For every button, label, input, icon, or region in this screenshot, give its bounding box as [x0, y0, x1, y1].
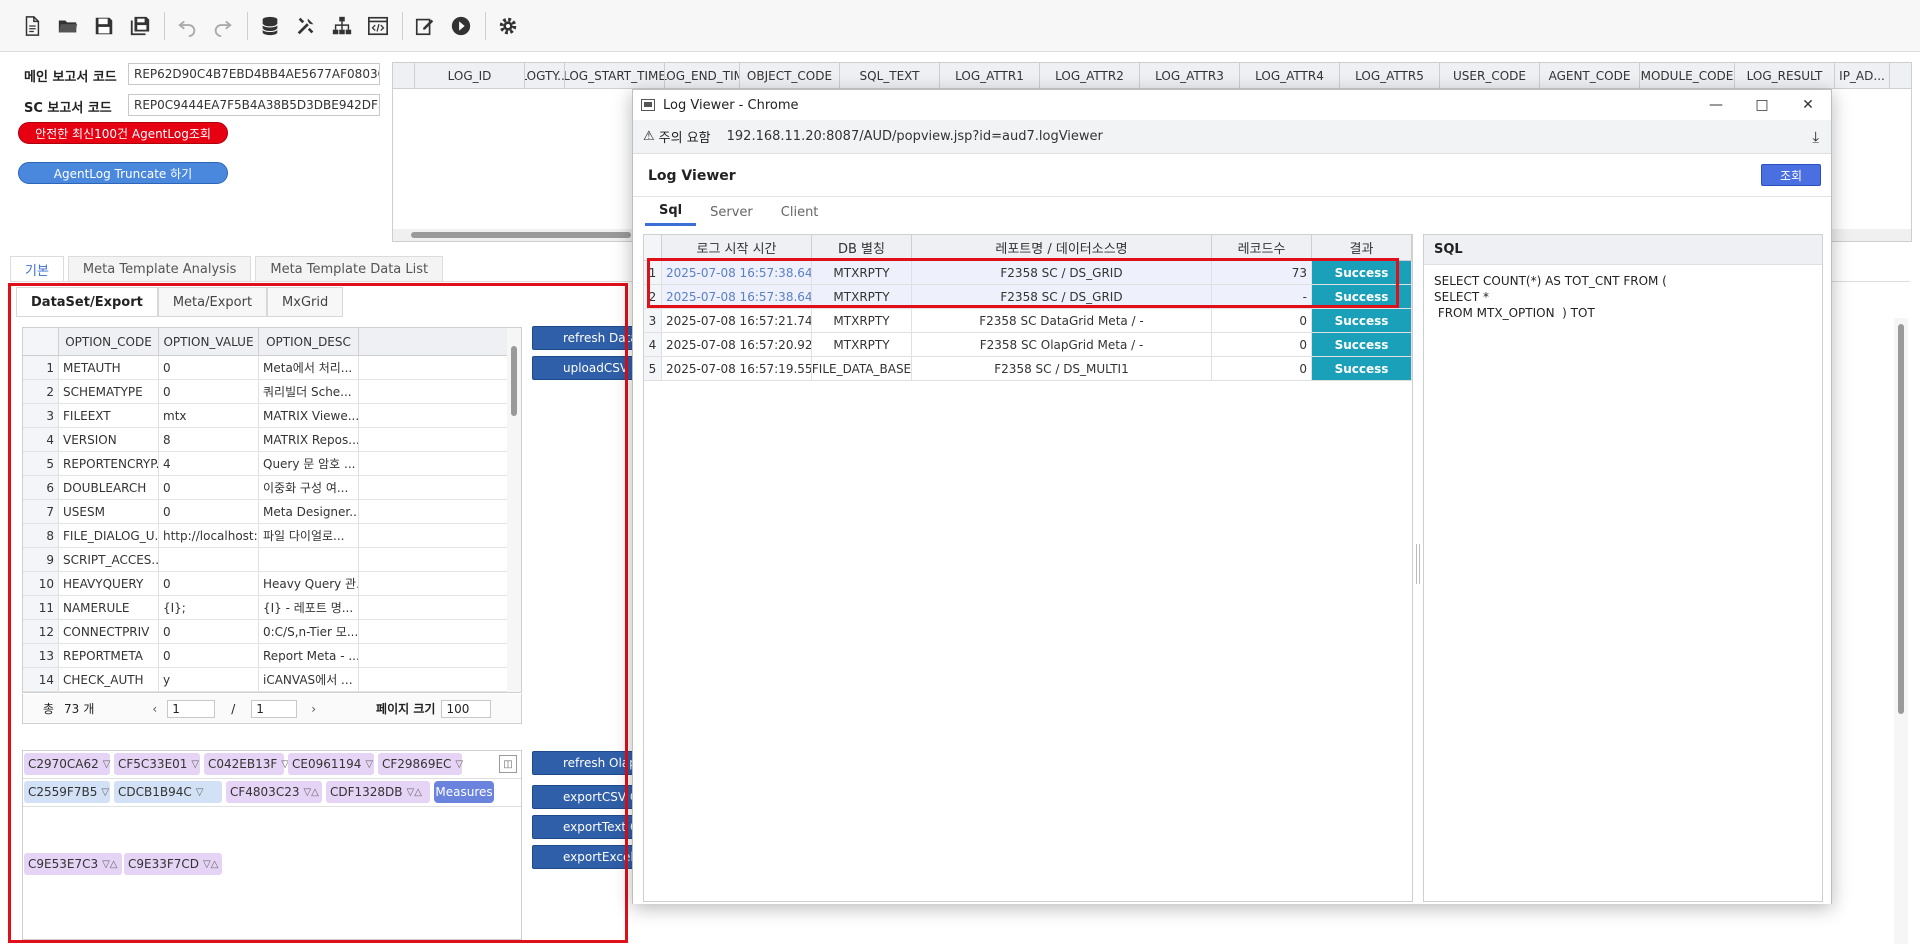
- db-alias-cell[interactable]: MTXRPTY: [812, 309, 912, 332]
- col-record-count[interactable]: 레코드수: [1212, 235, 1312, 260]
- open-folder-icon[interactable]: [54, 12, 82, 40]
- log-col-log-end-tim[interactable]: LOG_END_TIM: [665, 63, 740, 88]
- report-name-cell[interactable]: F2358 SC / DS_MULTI1: [912, 357, 1212, 380]
- tools-icon[interactable]: [292, 12, 320, 40]
- safe-log-query-button[interactable]: 안전한 최신100건 AgentLog조회: [18, 122, 228, 144]
- log-viewer-grid: 로그 시작 시간 DB 별칭 레포트명 / 데이터소스명 레코드수 결과 1 20…: [643, 234, 1413, 902]
- search-button[interactable]: 조회: [1761, 164, 1821, 186]
- main-toolbar: [0, 0, 1920, 52]
- undo-icon[interactable]: [173, 12, 201, 40]
- log-viewer-title: Log Viewer: [648, 168, 736, 184]
- table-row[interactable]: 4 2025-07-08 16:57:20.925 MTXRPTY F2358 SC …: [644, 333, 1412, 357]
- log-col-module-code[interactable]: MODULE_CODE: [1640, 63, 1735, 88]
- log-viewer-body: Log Viewer 조회 Sql Server Client 로그 시작 시간 D…: [633, 154, 1831, 904]
- chrome-window-icon: [641, 99, 655, 111]
- col-db-alias[interactable]: DB 별칭: [812, 235, 912, 260]
- db-alias-cell[interactable]: FILE_DATA_BASE: [812, 357, 912, 380]
- sql-panel: SQL SELECT COUNT(*) AS TOT_CNT FROM ( SE…: [1423, 234, 1823, 902]
- main-tab-bar: 기본 Meta Template Analysis Meta Template Da…: [10, 256, 447, 282]
- row-number: 5: [644, 357, 662, 380]
- page-vertical-scrollbar[interactable]: [1894, 318, 1908, 944]
- table-row[interactable]: 5 2025-07-08 16:57:19.552 FILE_DATA_BASE F2…: [644, 357, 1412, 381]
- log-start-time-cell[interactable]: 2025-07-08 16:57:19.552: [662, 357, 812, 380]
- code-window-icon[interactable]: [364, 12, 392, 40]
- report-name-cell[interactable]: F2358 SC OlapGrid Meta / -: [912, 333, 1212, 356]
- warning-icon[interactable]: ⚠: [643, 129, 655, 144]
- main-report-code-input[interactable]: REP62D90C4B7EBD4BB4AE5677AF0803CEC0: [128, 63, 380, 85]
- record-count-cell[interactable]: 0: [1212, 357, 1312, 380]
- play-icon[interactable]: [447, 12, 475, 40]
- main-tab-2[interactable]: Meta Template Data List: [255, 256, 444, 282]
- security-label[interactable]: 주의 요함: [659, 127, 711, 146]
- hierarchy-icon[interactable]: [328, 12, 356, 40]
- sql-panel-header: SQL: [1424, 235, 1822, 265]
- main-report-label: 메인 보고서 코드: [24, 70, 117, 85]
- log-start-time-cell[interactable]: 2025-07-08 16:57:20.925: [662, 333, 812, 356]
- table-row[interactable]: 3 2025-07-08 16:57:21.749 MTXRPTY F2358 SC …: [644, 309, 1412, 333]
- toolbar-separator: [485, 11, 486, 40]
- log-col-log-start-time[interactable]: LOG_START_TIME: [565, 63, 665, 88]
- status-badge[interactable]: Success: [1312, 333, 1412, 356]
- log-col-log-id[interactable]: LOG_ID: [415, 63, 525, 88]
- log-col-sql-text[interactable]: SQL_TEXT: [840, 63, 940, 88]
- download-icon[interactable]: ⤓: [1812, 128, 1819, 146]
- database-icon[interactable]: [256, 12, 284, 40]
- popup-url[interactable]: 192.168.11.20:8087/AUD/popview.jsp?id=au…: [727, 129, 1103, 144]
- log-col-log-attr2[interactable]: LOG_ATTR2: [1040, 63, 1140, 88]
- log-viewer-tabs: Sql Server Client: [645, 198, 832, 226]
- log-grid-header: LOG_IDLOGTY...LOG_START_TIMELOG_END_TIMO…: [393, 63, 1911, 89]
- log-tab-sql[interactable]: Sql: [645, 198, 697, 226]
- log-tab-server[interactable]: Server: [696, 198, 767, 226]
- log-col-user-code[interactable]: USER_CODE: [1440, 63, 1540, 88]
- db-alias-cell[interactable]: MTXRPTY: [812, 333, 912, 356]
- log-col-agent-code[interactable]: AGENT_CODE: [1540, 63, 1640, 88]
- status-badge[interactable]: Success: [1312, 357, 1412, 380]
- log-col-log-attr3[interactable]: LOG_ATTR3: [1140, 63, 1240, 88]
- row-number: 3: [644, 309, 662, 332]
- status-badge[interactable]: Success: [1312, 309, 1412, 332]
- col-log-start-time[interactable]: 로그 시작 시간: [662, 235, 812, 260]
- row-number: 4: [644, 333, 662, 356]
- selected-rows-highlight: [647, 258, 1399, 308]
- log-col-logty-[interactable]: LOGTY...: [525, 63, 565, 88]
- toolbar-separator: [164, 11, 165, 40]
- log-col-ip-ad-[interactable]: IP_AD...: [1835, 63, 1890, 88]
- maximize-icon[interactable]: □: [1739, 90, 1785, 120]
- main-tab-1[interactable]: Meta Template Analysis: [67, 256, 252, 282]
- sc-report-code-input[interactable]: REP0C9444EA7F5B4A38B5D3DBE942DF3919: [128, 94, 380, 116]
- popup-titlebar: Log Viewer - Chrome: [633, 90, 1831, 120]
- log-start-time-cell[interactable]: 2025-07-08 16:57:21.749: [662, 309, 812, 332]
- record-count-cell[interactable]: 0: [1212, 333, 1312, 356]
- toolbar-separator: [402, 11, 403, 40]
- log-col-log-attr4[interactable]: LOG_ATTR4: [1240, 63, 1340, 88]
- popup-address-bar: ⚠ 주의 요함 192.168.11.20:8087/AUD/popview.j…: [633, 120, 1831, 154]
- toolbar-separator: [247, 11, 248, 40]
- col-result[interactable]: 결과: [1312, 235, 1412, 260]
- sc-report-label: SC 보고서 코드: [24, 101, 112, 116]
- popup-window-title: Log Viewer - Chrome: [663, 97, 799, 113]
- left-panel-highlight: [8, 283, 628, 943]
- log-tab-client[interactable]: Client: [767, 198, 833, 226]
- log-col-log-attr5[interactable]: LOG_ATTR5: [1340, 63, 1440, 88]
- close-icon[interactable]: ✕: [1785, 90, 1831, 120]
- report-name-cell[interactable]: F2358 SC DataGrid Meta / -: [912, 309, 1212, 332]
- main-tab-0[interactable]: 기본: [10, 256, 64, 282]
- redo-icon[interactable]: [209, 12, 237, 40]
- sql-text: SELECT COUNT(*) AS TOT_CNT FROM ( SELECT…: [1434, 274, 1667, 320]
- log-col-log-attr1[interactable]: LOG_ATTR1: [940, 63, 1040, 88]
- log-col-object-code[interactable]: OBJECT_CODE: [740, 63, 840, 88]
- minimize-icon[interactable]: —: [1693, 90, 1739, 120]
- log-viewer-popup: Log Viewer - Chrome — □ ✕ ⚠ 주의 요함 192.16…: [632, 89, 1832, 904]
- gear-icon[interactable]: [494, 12, 522, 40]
- log-col-log-result[interactable]: LOG_RESULT: [1735, 63, 1835, 88]
- new-file-icon[interactable]: [18, 12, 46, 40]
- agentlog-truncate-button[interactable]: AgentLog Truncate 하기: [18, 162, 228, 184]
- save-icon[interactable]: [90, 12, 118, 40]
- splitter-handle[interactable]: [1416, 544, 1420, 584]
- save-all-icon[interactable]: [126, 12, 154, 40]
- edit-icon[interactable]: [411, 12, 439, 40]
- col-report-name[interactable]: 레포트명 / 데이터소스명: [912, 235, 1212, 260]
- record-count-cell[interactable]: 0: [1212, 309, 1312, 332]
